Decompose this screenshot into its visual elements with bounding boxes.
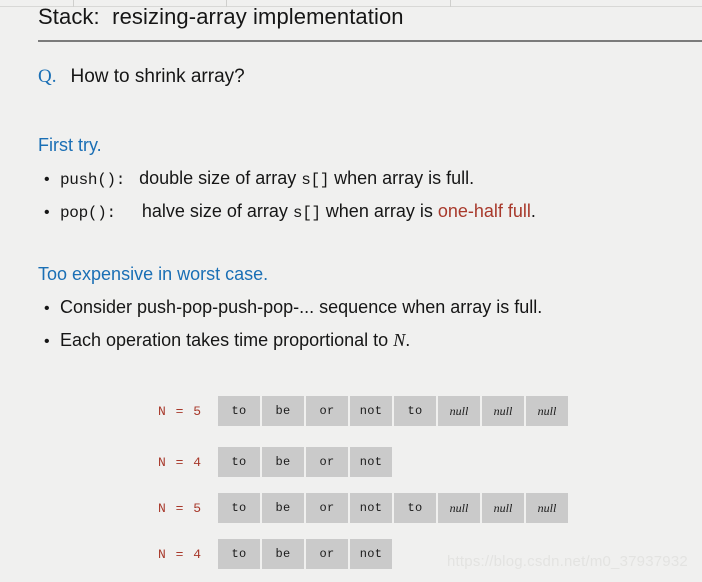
bullet-consider: • Consider push-pop-push-pop-... sequence… [44, 297, 542, 318]
pop-highlight: one-half full [437, 201, 531, 221]
array-cell-null: null [526, 396, 568, 426]
page-title: Stack: resizing-array implementation [38, 4, 404, 29]
array-cells: to be or not to null null null [218, 493, 568, 523]
array-cell: be [262, 447, 304, 477]
array-cell: or [306, 447, 348, 477]
array-cell: to [394, 493, 436, 523]
consider-text: Consider push-pop-push-pop-... sequence … [60, 297, 543, 317]
array-cell: not [350, 396, 392, 426]
array-cell-null: null [526, 493, 568, 523]
question-marker: Q. [38, 66, 57, 87]
array-cell: not [350, 493, 392, 523]
array-cell: or [306, 493, 348, 523]
bullet-pop: • pop(): halve size of array s[] when arra… [44, 201, 536, 222]
watermark: https://blog.csdn.net/m0_37937932 [447, 553, 688, 570]
array-size-label: N = 5 [158, 500, 203, 516]
array-cells: to be or not [218, 447, 392, 477]
bullet-each-operation: • Each operation takes time proportional … [44, 330, 410, 351]
array-cell: be [262, 396, 304, 426]
array-cell-null: null [482, 493, 524, 523]
push-code: push(): [60, 171, 126, 189]
array-row: N = 5 to be or not to null null null [158, 493, 568, 523]
title-divider [38, 40, 702, 42]
bullet-glyph-icon: • [44, 333, 50, 350]
array-cell-null: null [438, 493, 480, 523]
array-cell: to [394, 396, 436, 426]
section-heading-too-expensive: Too expensive in worst case. [38, 264, 269, 284]
pop-tail: . [530, 201, 536, 221]
array-size-label: N = 4 [158, 454, 203, 470]
bullet-glyph-icon: • [44, 204, 50, 221]
array-size-label: N = 5 [158, 403, 203, 419]
array-cell: to [218, 493, 260, 523]
push-text-after: when array is full. [329, 168, 475, 188]
tab-divider-2 [450, 0, 451, 7]
bullet-push: • push(): double size of array s[] when ar… [44, 168, 474, 189]
pop-text-before: halve size of array [141, 201, 293, 221]
array-cell: to [218, 447, 260, 477]
array-cell: not [350, 539, 392, 569]
array-cell: or [306, 539, 348, 569]
question-text: How to shrink array? [70, 66, 245, 87]
array-cell: not [350, 447, 392, 477]
array-cell-null: null [438, 396, 480, 426]
push-text-before: double size of array [139, 168, 302, 188]
push-array-code: s[] [301, 171, 330, 189]
array-row: N = 4 to be or not [158, 539, 392, 569]
pop-code: pop(): [60, 204, 116, 222]
array-row: N = 5 to be or not to null null null [158, 396, 568, 426]
array-cell-null: null [482, 396, 524, 426]
array-cell: be [262, 539, 304, 569]
array-cell: to [218, 396, 260, 426]
array-size-label: N = 4 [158, 546, 203, 562]
question-line: Q. How to shrink array? [38, 66, 245, 88]
array-cells: to be or not [218, 539, 392, 569]
bullet-glyph-icon: • [44, 171, 50, 188]
array-row: N = 4 to be or not [158, 447, 392, 477]
array-cells: to be or not to null null null [218, 396, 568, 426]
math-symbol-n: N [393, 330, 406, 350]
section-heading-first-try: First try. [38, 135, 102, 155]
pop-array-code: s[] [292, 204, 321, 222]
array-cell: to [218, 539, 260, 569]
bullet-glyph-icon: • [44, 300, 50, 317]
pop-text-after: when array is [320, 201, 438, 221]
each-operation-tail: . [405, 330, 411, 350]
each-operation-text: Each operation takes time proportional t… [60, 330, 394, 350]
array-cell: or [306, 396, 348, 426]
array-cell: be [262, 493, 304, 523]
